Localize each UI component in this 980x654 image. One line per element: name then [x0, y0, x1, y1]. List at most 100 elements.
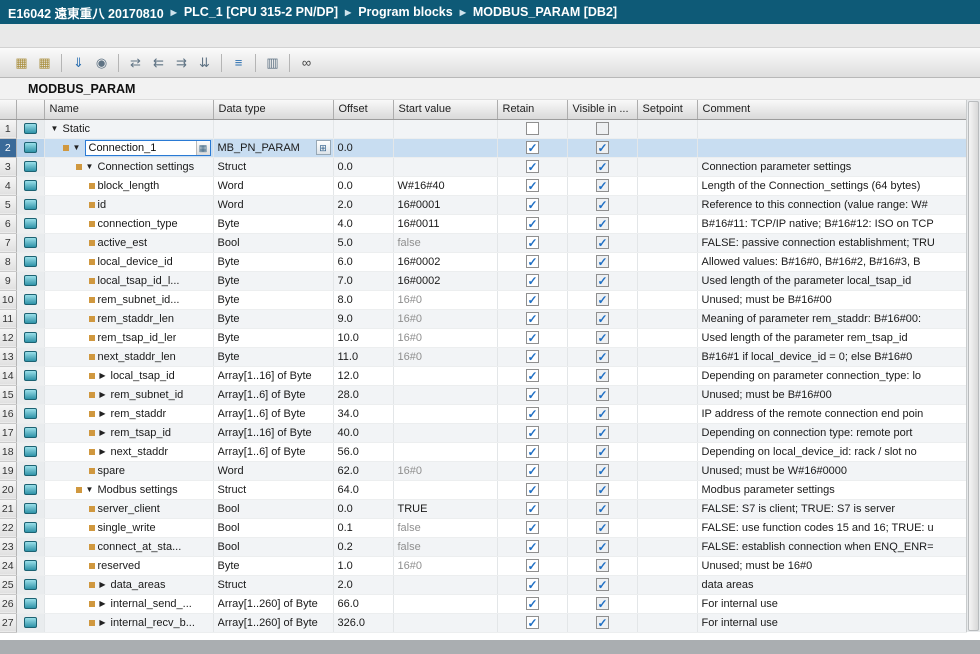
row-number[interactable]: 27	[0, 613, 16, 632]
visible-checkbox[interactable]	[596, 502, 609, 515]
retain-cell[interactable]	[497, 537, 567, 556]
snapshot-icon[interactable]: ◉	[90, 52, 113, 74]
datatype-cell[interactable]: Array[1..260] of Byte ⊞	[213, 613, 333, 632]
visible-checkbox[interactable]	[596, 369, 609, 382]
retain-cell[interactable]	[497, 404, 567, 423]
breadcrumb-item[interactable]: Program blocks	[358, 5, 452, 19]
breadcrumb-item[interactable]: MODBUS_PARAM [DB2]	[473, 5, 617, 19]
expander-icon[interactable]: ▼	[85, 481, 95, 499]
name-cell[interactable]: spare	[44, 461, 213, 480]
comment-cell[interactable]: data areas	[697, 575, 966, 594]
visible-cell[interactable]	[567, 442, 637, 461]
row-number[interactable]: 3	[0, 157, 16, 176]
visible-checkbox[interactable]	[596, 331, 609, 344]
table-row[interactable]: 21 server_client Bool ⊞ 0.0 TRUE FALSE: …	[0, 499, 966, 518]
name-input[interactable]	[86, 142, 196, 154]
start-value-cell[interactable]	[393, 423, 497, 442]
name-cell[interactable]: connection_type	[44, 214, 213, 233]
retain-cell[interactable]	[497, 157, 567, 176]
visible-checkbox[interactable]	[596, 597, 609, 610]
upload-values-icon[interactable]: ⇊	[193, 52, 216, 74]
visible-cell[interactable]	[567, 214, 637, 233]
visible-cell[interactable]	[567, 290, 637, 309]
datatype-cell[interactable]: Bool ⊞	[213, 537, 333, 556]
name-editor[interactable]: ▦	[85, 140, 211, 156]
datatype-cell[interactable]: Byte ⊞	[213, 309, 333, 328]
row-number[interactable]: 17	[0, 423, 16, 442]
visible-cell[interactable]	[567, 480, 637, 499]
retain-cell[interactable]	[497, 252, 567, 271]
setpoint-cell[interactable]	[637, 575, 697, 594]
start-value-cell[interactable]: 16#0	[393, 328, 497, 347]
table-row[interactable]: 6 connection_type Byte ⊞ 4.0 16#0011 B#1…	[0, 214, 966, 233]
comment-cell[interactable]	[697, 138, 966, 157]
retain-checkbox[interactable]	[526, 217, 539, 230]
row-number[interactable]: 19	[0, 461, 16, 480]
retain-cell[interactable]	[497, 233, 567, 252]
insert-row-icon[interactable]: ▦	[10, 52, 33, 74]
overview-icon[interactable]: ▥	[261, 52, 284, 74]
copy-snapshots-to-start-values-icon[interactable]: ⇄	[124, 52, 147, 74]
setpoint-cell[interactable]	[637, 347, 697, 366]
start-value-cell[interactable]	[393, 119, 497, 138]
datatype-cell[interactable]: Bool ⊞	[213, 518, 333, 537]
row-number[interactable]: 18	[0, 442, 16, 461]
comment-cell[interactable]: Used length of the parameter rem_tsap_id	[697, 328, 966, 347]
expander-icon[interactable]: ▶	[98, 386, 108, 404]
retain-cell[interactable]	[497, 556, 567, 575]
row-number[interactable]: 24	[0, 556, 16, 575]
setpoint-cell[interactable]	[637, 138, 697, 157]
datatype-cell[interactable]: Byte ⊞	[213, 290, 333, 309]
visible-checkbox[interactable]	[596, 160, 609, 173]
visible-cell[interactable]	[567, 233, 637, 252]
visible-checkbox[interactable]	[596, 274, 609, 287]
datatype-cell[interactable]: MB_PN_PARAM ⊞	[213, 138, 333, 157]
retain-checkbox[interactable]	[526, 350, 539, 363]
start-value-cell[interactable]: 16#0002	[393, 252, 497, 271]
visible-checkbox[interactable]	[596, 407, 609, 420]
visible-checkbox[interactable]	[596, 578, 609, 591]
vertical-scrollbar[interactable]	[966, 100, 980, 632]
visible-cell[interactable]	[567, 119, 637, 138]
visible-checkbox[interactable]	[596, 559, 609, 572]
comment-cell[interactable]: Unused; must be B#16#00	[697, 385, 966, 404]
visible-checkbox[interactable]	[596, 445, 609, 458]
col-header-start-value[interactable]: Start value	[393, 100, 497, 119]
visible-cell[interactable]	[567, 195, 637, 214]
datatype-cell[interactable]: Byte ⊞	[213, 556, 333, 575]
col-header-name[interactable]: Name	[44, 100, 213, 119]
visible-cell[interactable]	[567, 347, 637, 366]
comment-cell[interactable]: Connection parameter settings	[697, 157, 966, 176]
visible-cell[interactable]	[567, 271, 637, 290]
breadcrumb-item[interactable]: PLC_1 [CPU 315-2 PN/DP]	[184, 5, 338, 19]
retain-checkbox[interactable]	[526, 255, 539, 268]
visible-checkbox[interactable]	[596, 426, 609, 439]
datatype-cell[interactable]: Struct ⊞	[213, 480, 333, 499]
expander-icon[interactable]: ▼	[72, 139, 82, 157]
datatype-cell[interactable]: Struct ⊞	[213, 575, 333, 594]
datatype-picker-button[interactable]: ⊞	[316, 140, 331, 155]
datatype-cell[interactable]: Array[1..16] of Byte ⊞	[213, 366, 333, 385]
row-number[interactable]: 25	[0, 575, 16, 594]
start-value-cell[interactable]	[393, 404, 497, 423]
start-value-cell[interactable]	[393, 613, 497, 632]
comment-cell[interactable]: B#16#1 if local_device_id = 0; else B#16…	[697, 347, 966, 366]
name-cell[interactable]: ▶ rem_tsap_id	[44, 423, 213, 442]
name-cell[interactable]: ▶ next_staddr	[44, 442, 213, 461]
name-cell[interactable]: rem_subnet_id...	[44, 290, 213, 309]
name-cell[interactable]: active_est	[44, 233, 213, 252]
setpoint-cell[interactable]	[637, 214, 697, 233]
comment-cell[interactable]: IP address of the remote connection end …	[697, 404, 966, 423]
start-value-cell[interactable]: TRUE	[393, 499, 497, 518]
col-header-offset[interactable]: Offset	[333, 100, 393, 119]
comment-cell[interactable]: Depending on parameter connection_type: …	[697, 366, 966, 385]
retain-cell[interactable]	[497, 290, 567, 309]
visible-cell[interactable]	[567, 385, 637, 404]
expander-icon[interactable]: ▶	[98, 576, 108, 594]
table-row[interactable]: 22 single_write Bool ⊞ 0.1 false FALSE: …	[0, 518, 966, 537]
comment-cell[interactable]: Length of the Connection_settings (64 by…	[697, 176, 966, 195]
name-cell[interactable]: single_write	[44, 518, 213, 537]
keep-actual-values-icon[interactable]: ⇓	[67, 52, 90, 74]
setpoint-cell[interactable]	[637, 442, 697, 461]
retain-checkbox[interactable]	[526, 540, 539, 553]
